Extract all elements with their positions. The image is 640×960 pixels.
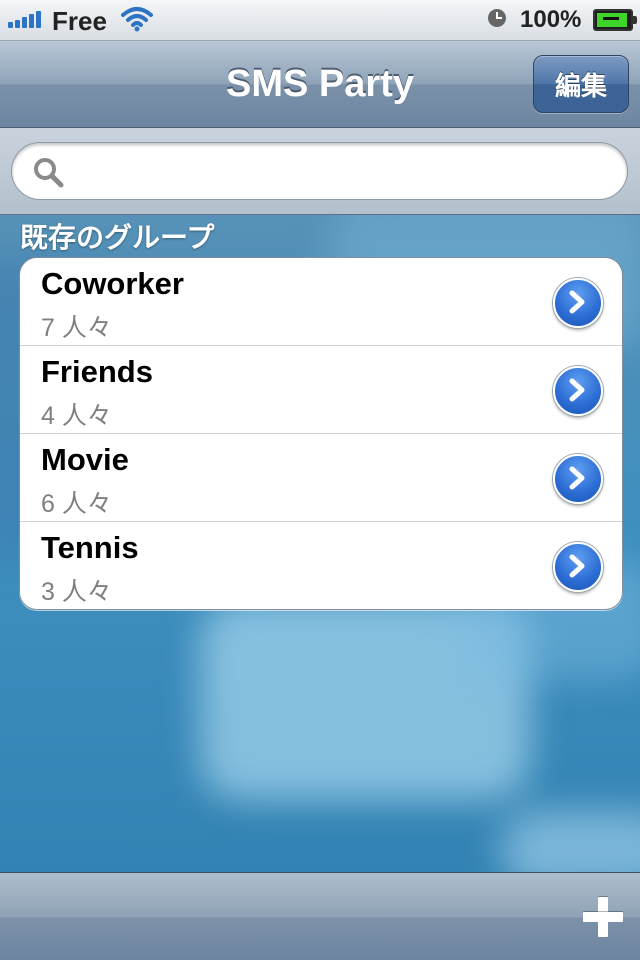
group-member-count: 6 人々: [41, 490, 112, 518]
search-icon: [32, 156, 64, 193]
battery-charging-icon: [593, 9, 637, 31]
list-item-friends[interactable]: Friends 4 人々: [20, 346, 622, 434]
group-name: Movie: [41, 442, 129, 477]
search-bar: [0, 128, 640, 215]
detail-disclosure-button[interactable]: [553, 278, 603, 328]
group-list: Coworker 7 人々 Friends 4 人々 Movie 6 人々 Te…: [19, 257, 623, 610]
carrier-name: Free: [52, 6, 107, 36]
group-member-count: 7 人々: [41, 314, 112, 342]
section-header: 既存のグループ: [20, 222, 215, 253]
group-name: Friends: [41, 354, 153, 389]
wifi-icon: [120, 6, 154, 37]
search-field[interactable]: [11, 142, 628, 200]
edit-button[interactable]: 編集: [533, 55, 629, 113]
group-member-count: 4 人々: [41, 402, 112, 430]
detail-disclosure-button[interactable]: [553, 366, 603, 416]
group-member-count: 3 人々: [41, 578, 112, 606]
group-name: Coworker: [41, 266, 184, 301]
status-bar: Free 100%: [0, 0, 640, 41]
chevron-right-icon: [569, 466, 585, 490]
detail-disclosure-button[interactable]: [553, 454, 603, 504]
list-item-tennis[interactable]: Tennis 3 人々: [20, 522, 622, 609]
search-input[interactable]: [78, 151, 612, 193]
detail-disclosure-button[interactable]: [553, 542, 603, 592]
battery-percent: 100%: [520, 6, 582, 33]
navigation-bar: SMS Party 編集: [0, 41, 640, 128]
list-item-coworker[interactable]: Coworker 7 人々: [20, 258, 622, 346]
chevron-right-icon: [569, 290, 585, 314]
chevron-right-icon: [569, 554, 585, 578]
app-screen: Free 100% SMS Party 編集 既存のグループ Coworker …: [0, 0, 640, 960]
plus-icon[interactable]: [580, 895, 626, 941]
chevron-right-icon: [569, 378, 585, 402]
group-name: Tennis: [41, 530, 139, 565]
clock-icon: [488, 9, 506, 27]
signal-icon: [8, 10, 41, 28]
bottom-toolbar: [0, 872, 640, 960]
list-item-movie[interactable]: Movie 6 人々: [20, 434, 622, 522]
